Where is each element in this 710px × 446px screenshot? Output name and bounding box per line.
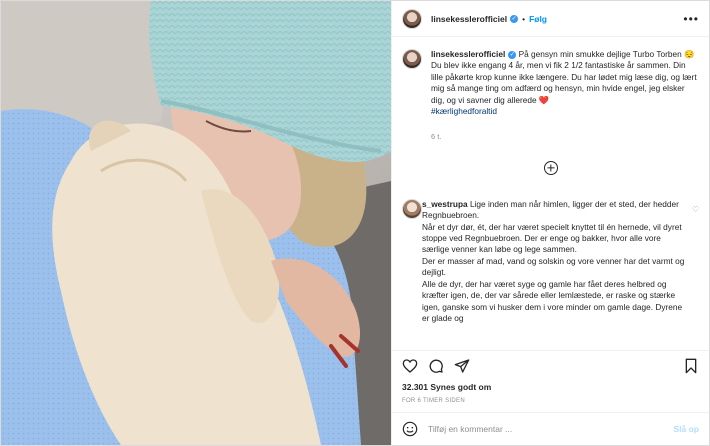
separator-dot: • xyxy=(522,13,526,24)
emoji-icon[interactable] xyxy=(402,421,418,437)
load-more xyxy=(402,160,699,175)
avatar[interactable] xyxy=(402,198,422,219)
caption: linsekesslerofficiel ✓ På gensyn min smuk… xyxy=(402,49,699,143)
photo-woman-with-dog xyxy=(1,1,391,445)
post-header: linsekesslerofficiel ✓ • Følg ••• xyxy=(392,1,709,37)
post-sidebar: linsekesslerofficiel ✓ • Følg ••• linsek… xyxy=(391,1,709,445)
comment-icon[interactable] xyxy=(428,358,444,374)
verified-badge-icon: ✓ xyxy=(510,14,519,23)
plus-circle-icon[interactable] xyxy=(543,160,558,175)
heart-icon[interactable] xyxy=(402,358,418,374)
comment-text-p2: Når et dyr dør, ét, der har været specie… xyxy=(422,221,682,255)
posted-time: FOR 6 TIMER SIDEN xyxy=(402,398,465,404)
avatar[interactable] xyxy=(402,8,422,29)
post-photo[interactable] xyxy=(1,1,391,445)
comments-scroll-area[interactable]: linsekesslerofficiel ✓ På gensyn min smuk… xyxy=(392,37,709,350)
hashtag-link[interactable]: #kærlighedforaltid xyxy=(431,106,497,116)
like-count[interactable]: 32.301 Synes godt om xyxy=(392,380,709,392)
follow-button[interactable]: Følg xyxy=(529,14,547,24)
bookmark-icon[interactable] xyxy=(683,358,699,374)
avatar[interactable] xyxy=(402,49,422,69)
share-icon[interactable] xyxy=(454,358,470,374)
comment-text-p4: Alle de dyr, der har været syge og gamle… xyxy=(422,278,683,323)
more-options-icon[interactable]: ••• xyxy=(683,12,699,26)
caption-line2: Du blev ikke engang 4 år, men vi fik 2 1… xyxy=(431,60,697,105)
post-comment-button[interactable]: Slå op xyxy=(673,424,699,434)
comment-username[interactable]: s_westrupa xyxy=(422,199,468,209)
author-username[interactable]: linsekesslerofficiel xyxy=(431,14,507,24)
comment-input[interactable] xyxy=(428,424,674,434)
comment-like-icon[interactable]: ♡ xyxy=(692,205,699,214)
comment-text-p3: Der er masser af mad, vand og solskin og… xyxy=(422,255,685,278)
action-bar xyxy=(392,350,709,380)
verified-badge-icon: ✓ xyxy=(508,50,517,59)
caption-time: 6 t. xyxy=(431,132,442,142)
caption-username[interactable]: linsekesslerofficiel xyxy=(431,49,505,59)
caption-line1: På gensyn min smukke dejlige Turbo Torbe… xyxy=(518,49,695,59)
comment: s_westrupa Lige inden man når himlen, li… xyxy=(402,198,699,324)
add-comment-bar: Slå op xyxy=(392,412,709,445)
instagram-post: linsekesslerofficiel ✓ • Følg ••• linsek… xyxy=(0,0,710,446)
